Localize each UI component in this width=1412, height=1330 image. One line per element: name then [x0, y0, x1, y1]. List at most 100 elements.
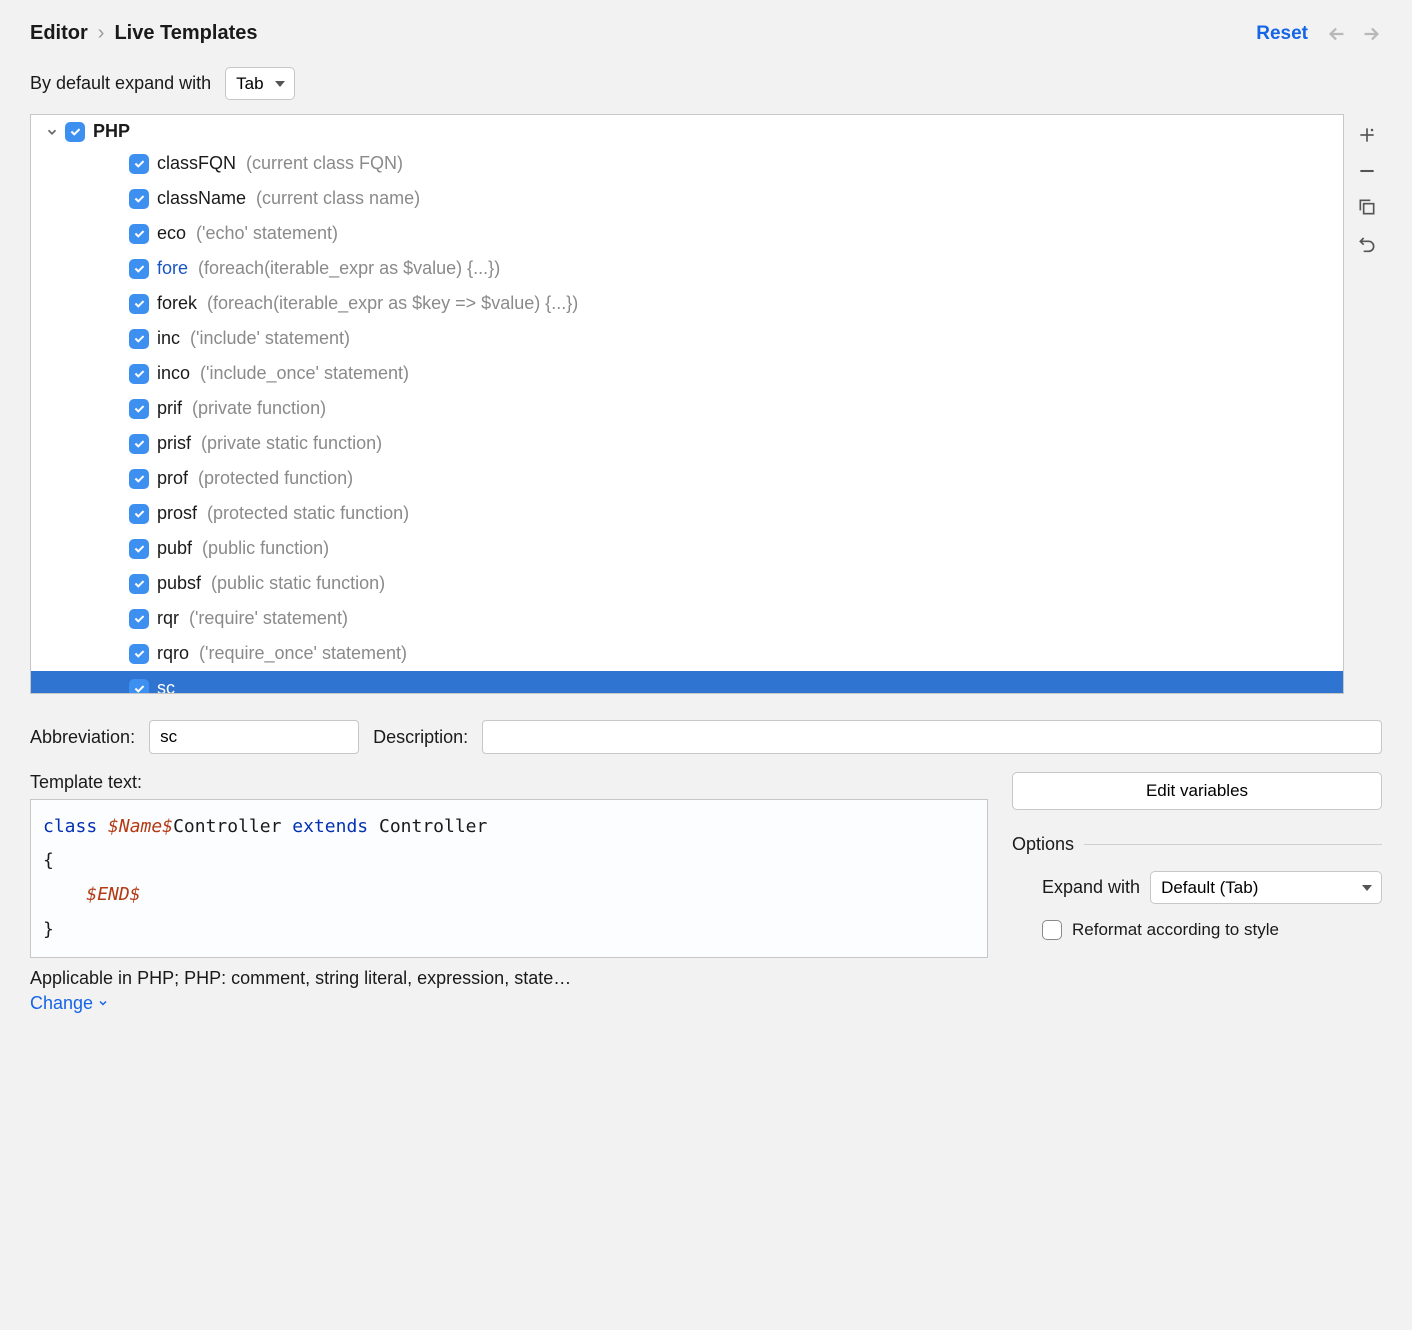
- template-checkbox[interactable]: [129, 224, 149, 244]
- nav-forward-icon[interactable]: [1360, 23, 1382, 45]
- side-toolbar: [1352, 114, 1382, 254]
- template-abbrev: inc: [157, 325, 180, 352]
- abbrev-input[interactable]: [149, 720, 359, 754]
- template-desc: (foreach(iterable_expr as $value) {...}): [198, 255, 500, 282]
- header: Editor › Live Templates Reset: [30, 22, 1382, 45]
- template-checkbox[interactable]: [129, 539, 149, 559]
- template-desc: (public static function): [211, 570, 385, 597]
- template-text-editor[interactable]: class $Name$Controller extends Controlle…: [30, 799, 988, 958]
- change-context-link[interactable]: Change: [30, 993, 109, 1014]
- reset-button[interactable]: Reset: [1256, 23, 1308, 45]
- template-abbrev: prif: [157, 395, 182, 422]
- template-desc: ('include_once' statement): [200, 360, 409, 387]
- nav-back-icon[interactable]: [1326, 23, 1348, 45]
- template-desc: (foreach(iterable_expr as $key => $value…: [207, 290, 578, 317]
- group-checkbox[interactable]: [65, 122, 85, 142]
- template-abbrev: prisf: [157, 430, 191, 457]
- desc-label: Description:: [373, 727, 468, 748]
- template-abbrev: pubsf: [157, 570, 201, 597]
- template-text-label: Template text:: [30, 772, 988, 793]
- template-abbrev: rqr: [157, 605, 179, 632]
- group-name: PHP: [93, 121, 130, 142]
- edit-variables-button[interactable]: Edit variables: [1012, 772, 1382, 810]
- abbrev-label: Abbreviation:: [30, 727, 135, 748]
- applicable-text: Applicable in PHP; PHP: comment, string …: [30, 968, 988, 989]
- expand-default-row: By default expand with Tab: [30, 67, 1382, 100]
- template-checkbox[interactable]: [129, 154, 149, 174]
- tree-item[interactable]: prof (protected function): [31, 461, 1343, 496]
- template-checkbox[interactable]: [129, 259, 149, 279]
- template-abbrev: eco: [157, 220, 186, 247]
- template-checkbox[interactable]: [129, 434, 149, 454]
- template-abbrev: rqro: [157, 640, 189, 667]
- template-checkbox[interactable]: [129, 329, 149, 349]
- desc-input[interactable]: [482, 720, 1382, 754]
- tree-item[interactable]: classFQN (current class FQN): [31, 146, 1343, 181]
- template-abbrev: sc: [157, 675, 175, 694]
- tree-item[interactable]: prosf (protected static function): [31, 496, 1343, 531]
- template-abbrev: inco: [157, 360, 190, 387]
- tree-item[interactable]: rqr ('require' statement): [31, 601, 1343, 636]
- template-abbrev: fore: [157, 255, 188, 282]
- options-divider: [1084, 844, 1382, 845]
- template-checkbox[interactable]: [129, 189, 149, 209]
- tree-item[interactable]: inco ('include_once' statement): [31, 356, 1343, 391]
- template-abbrev: prof: [157, 465, 188, 492]
- template-checkbox[interactable]: [129, 679, 149, 695]
- template-checkbox[interactable]: [129, 294, 149, 314]
- template-desc: ('echo' statement): [196, 220, 338, 247]
- revert-icon[interactable]: [1356, 232, 1378, 254]
- template-desc: (public function): [202, 535, 329, 562]
- tree-item[interactable]: inc ('include' statement): [31, 321, 1343, 356]
- breadcrumb: Editor › Live Templates: [30, 22, 257, 45]
- options-label: Options: [1012, 834, 1074, 855]
- tree-item[interactable]: sc: [31, 671, 1343, 694]
- breadcrumb-sep: ›: [98, 22, 105, 45]
- template-abbrev: prosf: [157, 500, 197, 527]
- template-desc: (private static function): [201, 430, 382, 457]
- template-abbrev: classFQN: [157, 150, 236, 177]
- tree-group-header[interactable]: PHP: [31, 115, 1343, 146]
- template-desc: (current class name): [256, 185, 420, 212]
- tree-item[interactable]: pubsf (public static function): [31, 566, 1343, 601]
- tree-item[interactable]: prisf (private static function): [31, 426, 1343, 461]
- tree-item[interactable]: forek (foreach(iterable_expr as $key => $…: [31, 286, 1343, 321]
- chevron-down-icon[interactable]: [45, 125, 59, 139]
- template-checkbox[interactable]: [129, 644, 149, 664]
- tree-item[interactable]: pubf (public function): [31, 531, 1343, 566]
- expand-with-select[interactable]: Default (Tab): [1150, 871, 1382, 904]
- expand-with-label: Expand with: [1042, 877, 1140, 898]
- template-desc: (protected static function): [207, 500, 409, 527]
- tree-item[interactable]: fore (foreach(iterable_expr as $value) {.…: [31, 251, 1343, 286]
- template-checkbox[interactable]: [129, 364, 149, 384]
- duplicate-icon[interactable]: [1356, 196, 1378, 218]
- template-checkbox[interactable]: [129, 469, 149, 489]
- template-desc: (current class FQN): [246, 150, 403, 177]
- template-checkbox[interactable]: [129, 504, 149, 524]
- template-form-row: Abbreviation: Description:: [30, 720, 1382, 754]
- breadcrumb-current: Live Templates: [114, 22, 257, 45]
- template-abbrev: className: [157, 185, 246, 212]
- remove-icon[interactable]: [1356, 160, 1378, 182]
- add-icon[interactable]: [1356, 124, 1378, 146]
- tree-item[interactable]: rqro ('require_once' statement): [31, 636, 1343, 671]
- template-checkbox[interactable]: [129, 399, 149, 419]
- templates-tree[interactable]: PHP classFQN(current class FQN)className…: [30, 114, 1344, 694]
- breadcrumb-parent[interactable]: Editor: [30, 22, 88, 45]
- template-desc: ('include' statement): [190, 325, 350, 352]
- template-checkbox[interactable]: [129, 609, 149, 629]
- template-checkbox[interactable]: [129, 574, 149, 594]
- tree-item[interactable]: prif (private function): [31, 391, 1343, 426]
- reformat-label: Reformat according to style: [1072, 920, 1279, 940]
- tree-item[interactable]: className (current class name): [31, 181, 1343, 216]
- tree-item[interactable]: eco ('echo' statement): [31, 216, 1343, 251]
- template-abbrev: pubf: [157, 535, 192, 562]
- template-abbrev: forek: [157, 290, 197, 317]
- template-desc: (private function): [192, 395, 326, 422]
- reformat-checkbox[interactable]: [1042, 920, 1062, 940]
- expand-default-label: By default expand with: [30, 73, 211, 94]
- template-desc: ('require' statement): [189, 605, 348, 632]
- template-desc: ('require_once' statement): [199, 640, 407, 667]
- expand-default-select[interactable]: Tab: [225, 67, 295, 100]
- template-desc: (protected function): [198, 465, 353, 492]
